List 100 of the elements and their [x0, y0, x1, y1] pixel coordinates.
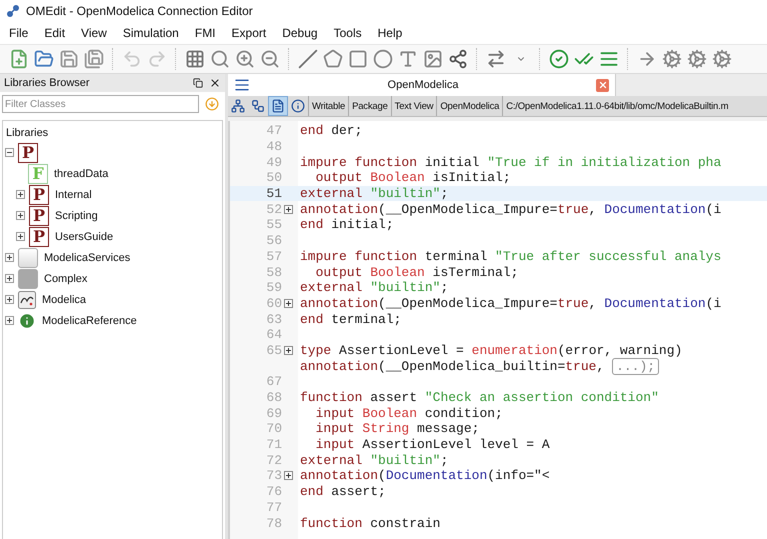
package-icon: P — [18, 142, 38, 162]
gear-icon[interactable] — [711, 47, 733, 71]
line-number: 58 — [265, 264, 282, 280]
expand-toggle-icon[interactable] — [5, 253, 14, 262]
tree-item[interactable]: ModelicaServices — [44, 252, 130, 264]
code-line: annotation(__OpenModelica_Impure=true, Documentation(i — [299, 202, 722, 217]
tree-heading: Libraries — [5, 126, 50, 141]
line-number: 65 — [265, 342, 282, 358]
code-line: annotation(Documentation(info="< — [299, 468, 550, 484]
expand-toggle-icon[interactable] — [16, 211, 25, 220]
code-line: input Boolean condition; — [314, 406, 503, 421]
code-line: output Boolean isInitial; — [314, 170, 511, 186]
filter-field[interactable]: Filter Classes — [2, 95, 199, 113]
editor-tab[interactable]: OpenModelica — [228, 74, 616, 96]
save-all-icon[interactable] — [83, 47, 105, 71]
info-field: C:/OpenModelica1.11.0-64bit/lib/omc/ModelicaBuiltin.m — [502, 96, 732, 116]
line-number: 51 — [265, 186, 282, 202]
code-line: function assert "Check an assertion condition" — [299, 390, 659, 406]
collapse-toggle-icon[interactable] — [5, 148, 14, 157]
fold-toggle-icon[interactable] — [284, 204, 293, 214]
menu-item[interactable]: View — [74, 24, 114, 42]
code-line: input String message; — [314, 421, 480, 436]
close-icon[interactable] — [209, 77, 221, 89]
library-icon — [18, 248, 38, 268]
menu-item[interactable]: Edit — [37, 24, 72, 42]
line-number: 60 — [265, 296, 282, 311]
tree-item[interactable]: Scripting — [55, 210, 98, 222]
code-line: annotation(__OpenModelica_builtin=true, ...); — [298, 358, 660, 374]
menu-item[interactable]: File — [2, 24, 36, 42]
arrow-down-icon[interactable] — [205, 97, 219, 111]
line-number: 56 — [265, 233, 282, 248]
line-number: 73 — [265, 468, 282, 484]
expand-toggle-icon[interactable] — [16, 232, 25, 241]
line-number: 76 — [265, 484, 282, 500]
code-line: input AssertionLevel level = A — [314, 437, 550, 452]
document-icon — [234, 77, 250, 93]
line-number: 69 — [265, 406, 282, 421]
line-number: 63 — [265, 312, 282, 327]
line-number: 68 — [265, 390, 282, 406]
package-icon: P — [29, 184, 49, 204]
code-line: end terminal; — [299, 312, 402, 327]
line-number: 70 — [265, 421, 282, 436]
package-icon: P — [29, 226, 49, 246]
info-field: Text View — [390, 96, 436, 116]
ellipse-icon[interactable] — [372, 47, 394, 71]
code-line: external "builtin"; — [299, 280, 448, 296]
code-line: end initial; — [299, 217, 394, 232]
gear-icon[interactable] — [686, 47, 708, 71]
code-line: impure function initial "True if in initialization pha — [299, 154, 722, 170]
float-icon[interactable] — [193, 78, 203, 88]
connect-icon[interactable] — [447, 47, 469, 71]
gear-icon[interactable] — [661, 47, 683, 71]
info-field: Package — [348, 96, 391, 116]
line-number: 57 — [265, 248, 282, 264]
line-number: 59 — [265, 280, 282, 296]
code-line: external "builtin"; — [299, 452, 448, 468]
panel-title: Libraries Browser — [4, 77, 91, 89]
fold-toggle-icon[interactable] — [284, 298, 293, 308]
code-editor[interactable] — [228, 121, 767, 539]
code-line: annotation(__OpenModelica_Impure=true, Documentation(i — [299, 296, 722, 311]
menu-item[interactable]: Export — [224, 24, 274, 42]
function-icon: F — [28, 164, 48, 184]
expand-toggle-icon[interactable] — [5, 295, 14, 304]
line-number: 71 — [265, 437, 282, 452]
line-number: 55 — [265, 217, 282, 232]
fold-toggle-icon[interactable] — [284, 346, 293, 355]
line-number: 52 — [265, 202, 282, 217]
line-number: 49 — [265, 154, 282, 170]
info-field: Writable — [308, 96, 348, 116]
code-line: external "builtin"; — [299, 186, 448, 202]
tree-item[interactable]: UsersGuide — [55, 230, 114, 242]
menu-item[interactable]: Tools — [326, 24, 369, 42]
menu-item[interactable]: Help — [370, 24, 410, 42]
window-title: OMEdit - OpenModelica Connection Editor — [26, 4, 253, 18]
expand-toggle-icon[interactable] — [5, 316, 14, 325]
info-field: OpenModelica — [436, 96, 502, 116]
tree-item[interactable]: Internal — [55, 188, 92, 200]
expand-toggle-icon[interactable] — [5, 274, 14, 283]
code-line: end assert; — [299, 484, 386, 500]
menu-item[interactable]: Debug — [275, 24, 325, 42]
menu-item[interactable]: Simulation — [116, 24, 186, 42]
line-number: 67 — [265, 374, 282, 390]
line-number: 77 — [265, 500, 282, 515]
tree-item[interactable]: ModelicaReference — [42, 314, 137, 326]
expand-toggle-icon[interactable] — [16, 190, 25, 199]
library-icon — [18, 290, 36, 308]
package-icon: P — [29, 206, 49, 226]
tree-item[interactable]: threadData — [54, 168, 108, 180]
text-view-icon[interactable] — [268, 96, 288, 116]
line-number: 50 — [265, 170, 282, 186]
check-icon[interactable] — [548, 47, 570, 71]
line-icon[interactable] — [297, 47, 319, 71]
tree-item[interactable]: Complex — [44, 272, 88, 284]
tree-item[interactable]: Modelica — [42, 294, 86, 306]
menu-item[interactable]: FMI — [188, 24, 223, 42]
fold-toggle-icon[interactable] — [284, 471, 293, 480]
app-logo-icon — [6, 4, 20, 18]
record-icon — [18, 268, 38, 288]
line-number: 48 — [265, 139, 282, 154]
code-line: impure function terminal "True after successful analys — [299, 248, 722, 264]
